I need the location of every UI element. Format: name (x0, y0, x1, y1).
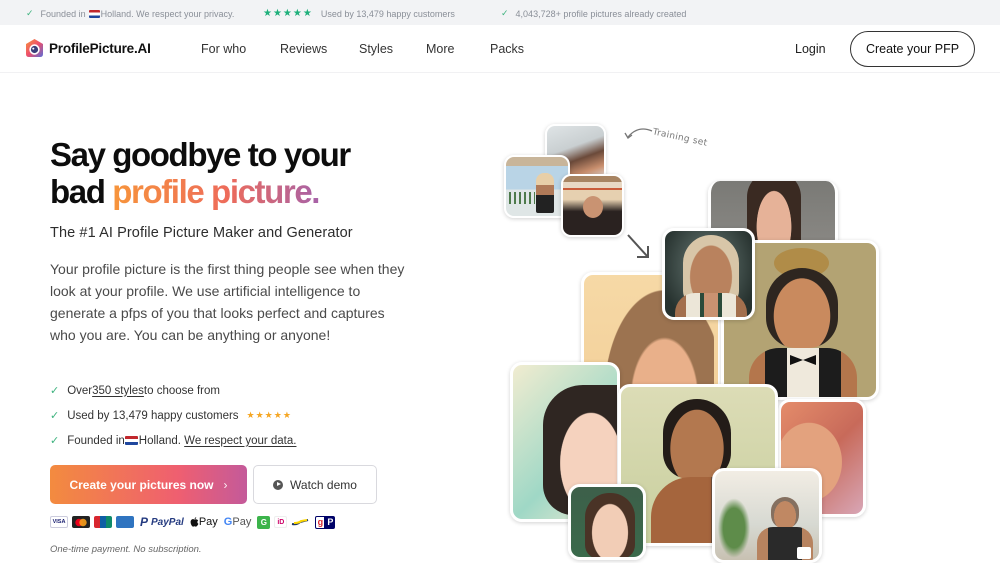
topbar-item-created: ✓ 4,043,728+ profile pictures already cr… (501, 8, 687, 19)
nav-link-more[interactable]: More (426, 42, 454, 56)
portrait-anime-green (568, 484, 646, 560)
amex-icon (116, 516, 134, 528)
netherlands-flag-icon (88, 9, 100, 18)
bancontact-icon (291, 516, 309, 528)
styles-link[interactable]: 350 styles (92, 385, 144, 397)
portrait-dark-background (662, 228, 755, 320)
visa-icon: VISA (50, 516, 68, 528)
stars-icon: ★★★★★ (263, 8, 313, 19)
face (771, 497, 799, 529)
hero-subtitle: The #1 AI Profile Picture Maker and Gene… (50, 225, 353, 241)
nav-link-for-who[interactable]: For who (201, 42, 246, 56)
face (663, 399, 731, 479)
check-icon: ✓ (26, 8, 34, 18)
training-set-label: Training set (651, 127, 709, 149)
nav-link-reviews[interactable]: Reviews (280, 42, 327, 56)
coffee-cup (797, 547, 811, 559)
google-pay-icon: G Pay (223, 516, 252, 528)
top-announcement-bar: ✓ Founded in Holland. We respect your pr… (0, 0, 1000, 25)
arrow-down-right-icon (627, 234, 649, 258)
hero-description: Your profile picture is the first thing … (50, 261, 405, 343)
giropay-icon: g P (315, 515, 336, 529)
feature-list: ✓ Over 350 styles to choose from ✓ Used … (50, 378, 296, 453)
ideal-icon: iD (274, 516, 288, 528)
watch-demo-button[interactable]: Watch demo (253, 465, 377, 504)
check-icon: ✓ (50, 410, 60, 422)
topbar-item-customers: ★★★★★ Used by 13,479 happy customers (263, 8, 455, 19)
g-payment-icon: G (257, 515, 271, 529)
check-icon: ✓ (50, 385, 60, 397)
payment-methods: VISA P PayPal Pay G Pay G iD g P (50, 515, 336, 529)
privacy-link[interactable]: We respect your data. (184, 435, 296, 447)
cactus-plants (509, 192, 535, 204)
rating-stars-icon: ★★★★★ (246, 410, 292, 420)
chevron-right-icon: › (223, 477, 228, 492)
main-navigation: ProfilePicture.AI For who Reviews Styles… (0, 25, 1000, 73)
face (585, 493, 635, 557)
shirt (675, 293, 747, 317)
mastercard-icon (72, 516, 90, 528)
face (583, 196, 603, 218)
create-pfp-button[interactable]: Create your PFP (850, 31, 975, 67)
nav-link-styles[interactable]: Styles (359, 42, 393, 56)
brand-name: ProfilePicture.AI (49, 41, 151, 56)
paypal-icon: P PayPal (140, 515, 184, 529)
nav-link-packs[interactable]: Packs (490, 42, 524, 56)
topbar-item-founded: ✓ Founded in Holland. We respect your pr… (26, 8, 235, 19)
check-icon: ✓ (50, 435, 60, 447)
feature-item-customers: ✓ Used by 13,479 happy customers ★★★★★ (50, 409, 292, 423)
login-link[interactable]: Login (795, 42, 826, 56)
person-figure (536, 173, 554, 213)
curved-arrow-icon (624, 128, 653, 139)
astronaut-logo-icon (24, 38, 45, 59)
apple-pay-icon: Pay (190, 516, 218, 528)
feature-item-styles: ✓ Over 350 styles to choose from (50, 384, 220, 398)
payment-note: One-time payment. No subscription. (50, 544, 202, 555)
feature-item-founded: ✓ Founded in Holland. We respect your da… (50, 434, 297, 448)
portrait-cafe (712, 468, 822, 563)
netherlands-flag-icon (124, 436, 138, 445)
headline-gradient-text: profile picture. (112, 173, 320, 210)
face (766, 268, 838, 348)
check-icon: ✓ (501, 8, 509, 18)
plant (715, 493, 753, 560)
play-icon (273, 479, 284, 490)
training-photo-3 (561, 174, 624, 237)
unionpay-icon (94, 516, 112, 528)
create-pictures-button[interactable]: Create your pictures now › (50, 465, 247, 504)
brand-logo[interactable]: ProfilePicture.AI (24, 38, 151, 59)
hero-headline: Say goodbye to your bad profile picture. (50, 136, 351, 210)
